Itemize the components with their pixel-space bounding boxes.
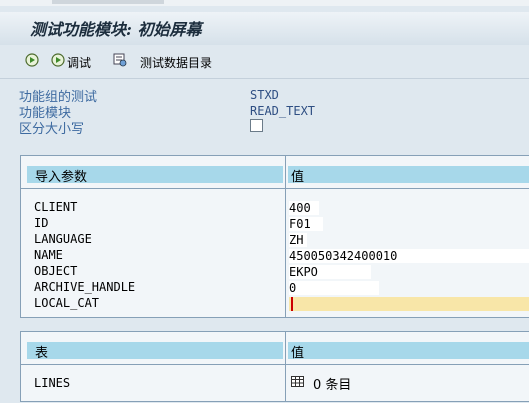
top-strip <box>0 0 529 6</box>
language-input[interactable]: ZH <box>289 233 307 247</box>
header-divider <box>21 364 529 365</box>
text-cursor <box>291 297 293 311</box>
name-input[interactable]: 450050342400010 <box>289 249 529 263</box>
toolbar-separator <box>0 78 529 79</box>
object-input[interactable]: EKPO <box>289 265 371 279</box>
table-value-header-bar <box>288 342 529 359</box>
top-strip-tab <box>52 0 164 4</box>
lines-entry-count[interactable]: 0 条目 <box>313 374 351 393</box>
import-value-header: 值 <box>291 170 305 185</box>
case-sensitive-checkbox[interactable] <box>250 119 263 132</box>
table-lines-label: LINES <box>34 376 71 390</box>
table-header-bar <box>27 342 283 359</box>
import-parameters-table: 导入参数 值 CLIENT 400 ID F01 LANGUAGE ZH NAM… <box>20 155 529 318</box>
archive-handle-input[interactable]: 0 <box>289 281 379 295</box>
id-input[interactable]: F01 <box>289 217 323 231</box>
column-divider <box>285 332 286 401</box>
title-bar: 测试功能模块: 初始屏幕 <box>0 12 529 45</box>
function-group-value: STXD <box>250 88 279 102</box>
header-divider <box>21 188 529 189</box>
tables-table: 表 值 LINES 0 条目 <box>20 331 529 402</box>
table-grid-icon[interactable] <box>291 376 304 387</box>
debug-button[interactable]: 调试 <box>67 54 91 71</box>
param-language-label: LANGUAGE <box>34 232 92 246</box>
test-data-directory-button[interactable]: 测试数据目录 <box>140 54 212 71</box>
param-id-label: ID <box>34 216 49 230</box>
case-sensitive-label: 区分大小写 <box>19 122 85 137</box>
import-param-header: 导入参数 <box>35 170 88 185</box>
debug-icon[interactable] <box>51 53 65 67</box>
client-input[interactable]: 400 <box>289 201 319 215</box>
tables-header: 表 <box>35 346 49 361</box>
param-archive-handle-label: ARCHIVE_HANDLE <box>34 280 136 294</box>
param-client-label: CLIENT <box>34 200 78 214</box>
param-object-label: OBJECT <box>34 264 78 278</box>
window-title: 测试功能模块: 初始屏幕 <box>30 20 202 39</box>
tables-value-header: 值 <box>291 346 305 361</box>
column-divider <box>285 156 286 317</box>
value-header-bar <box>288 166 529 183</box>
execute-icon[interactable] <box>25 53 39 67</box>
param-name-label: NAME <box>34 248 63 262</box>
test-data-directory-icon[interactable] <box>113 53 127 67</box>
application-toolbar: 调试 测试数据目录 <box>0 45 529 78</box>
param-local-cat-label: LOCAL_CAT <box>34 296 100 310</box>
local-cat-input[interactable] <box>289 297 529 311</box>
function-module-value: READ_TEXT <box>250 104 316 118</box>
